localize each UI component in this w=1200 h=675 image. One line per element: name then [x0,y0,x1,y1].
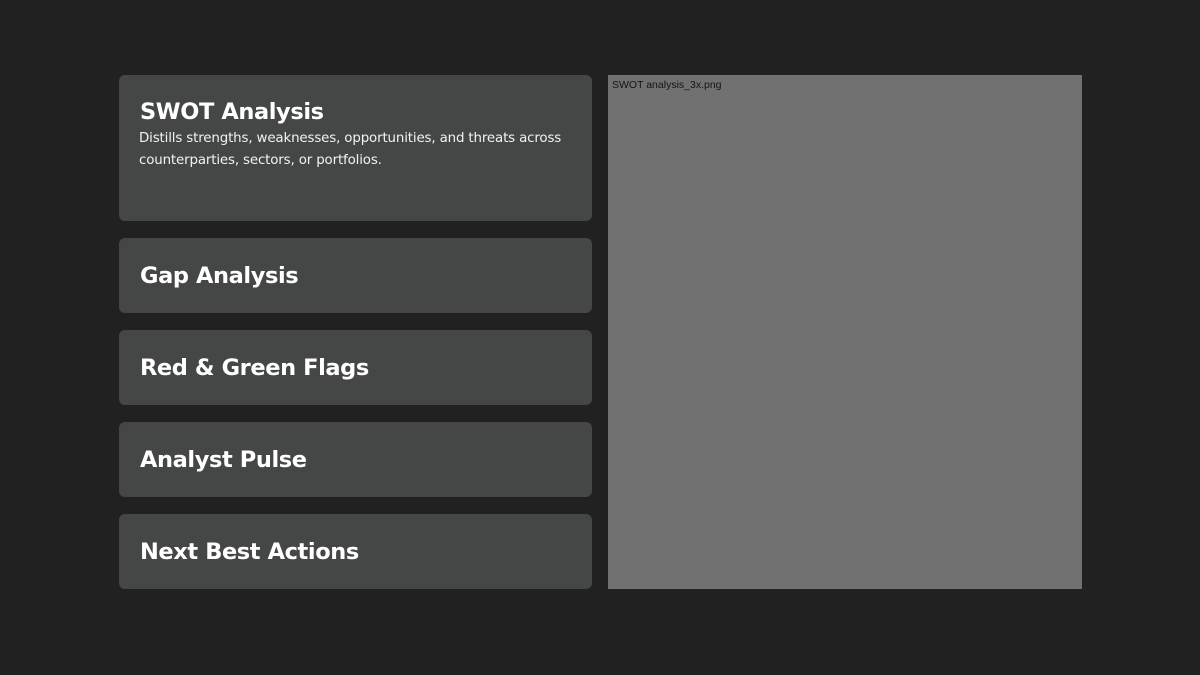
preview-image-alt-text: SWOT analysis_3x.png [612,79,722,91]
accordion-item-description: Distills strengths, weaknesses, opportun… [139,131,562,168]
accordion-item-analyst-pulse[interactable]: Analyst Pulse [119,422,592,497]
accordion-item-title: Gap Analysis [140,262,299,289]
accordion-item-title: Analyst Pulse [140,446,307,473]
preview-image: SWOT analysis_3x.png [608,75,1082,589]
feature-showcase: SWOT Analysis Distills strengths, weakne… [0,0,1200,675]
accordion-item-title: Next Best Actions [140,538,359,565]
feature-accordion: SWOT Analysis Distills strengths, weakne… [119,75,592,589]
accordion-item-title: Red & Green Flags [140,354,369,381]
accordion-item-swot-analysis[interactable]: SWOT Analysis Distills strengths, weakne… [119,75,592,221]
accordion-item-title: SWOT Analysis [140,99,324,125]
accordion-item-next-best-actions[interactable]: Next Best Actions [119,514,592,589]
accordion-item-red-green-flags[interactable]: Red & Green Flags [119,330,592,405]
accordion-item-gap-analysis[interactable]: Gap Analysis [119,238,592,313]
